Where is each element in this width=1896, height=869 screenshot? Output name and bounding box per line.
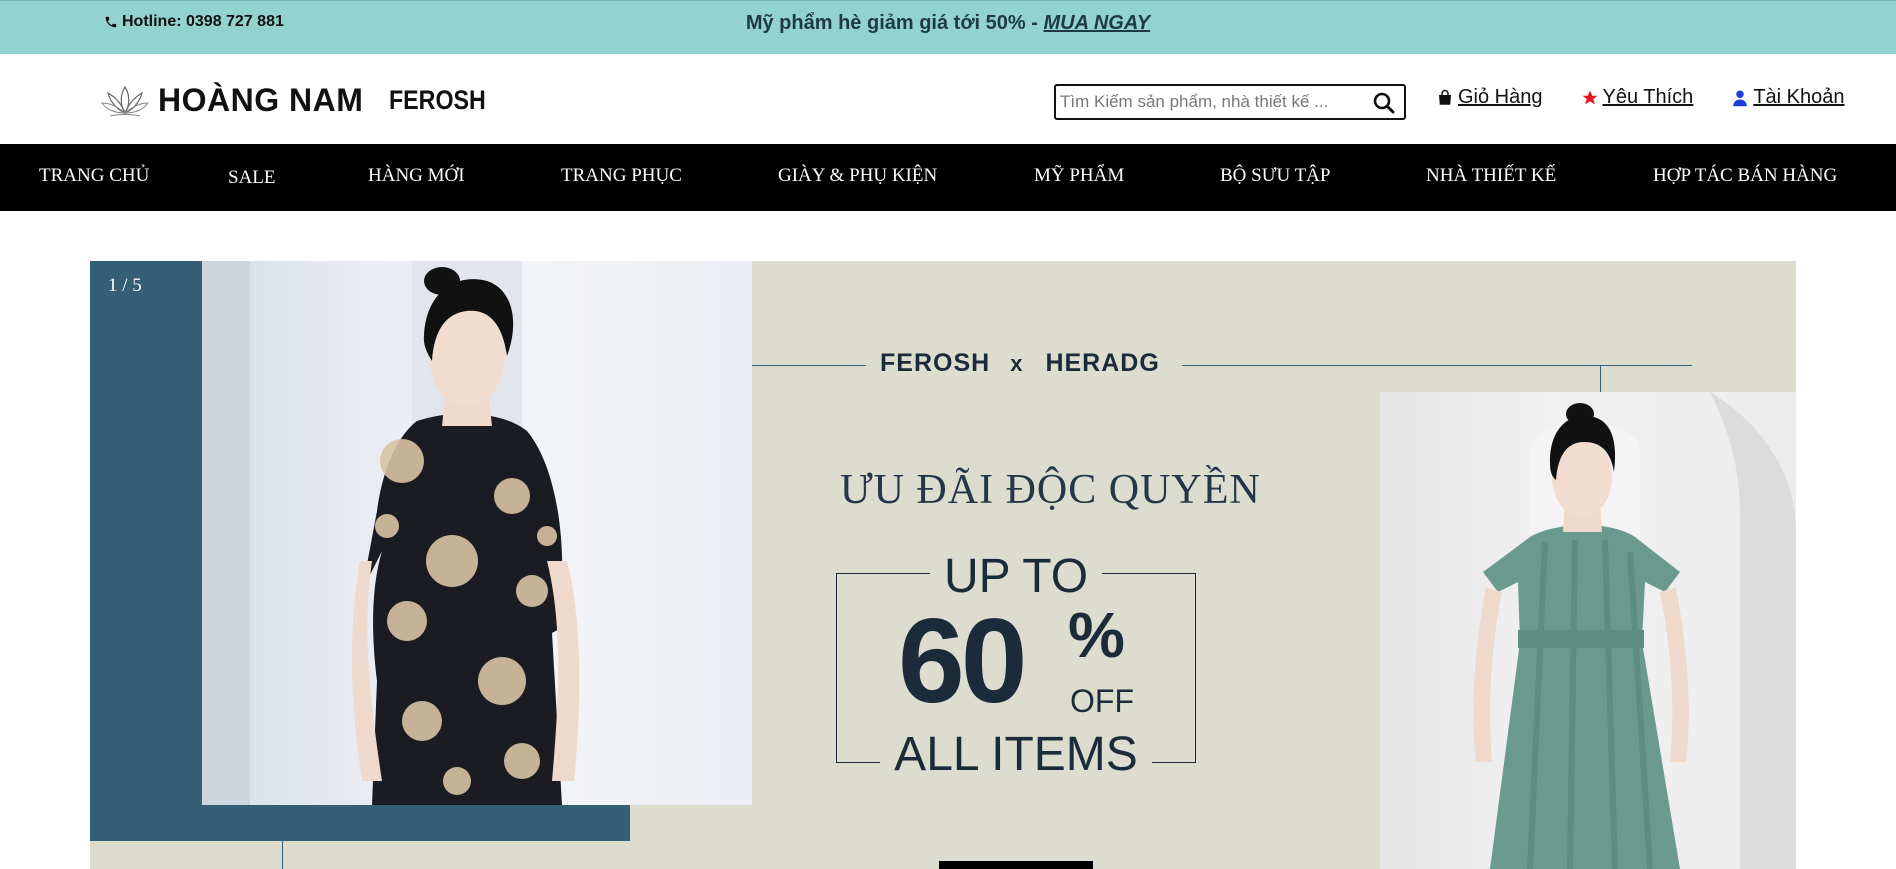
offer-percent-sign: % xyxy=(1068,599,1125,671)
nav-item-shoes-accessories[interactable]: GIÀY & PHỤ KIỆN xyxy=(778,165,937,187)
brand-ferosh: FEROSH xyxy=(880,349,991,377)
banner-accent-block xyxy=(90,261,202,841)
offer-off: OFF xyxy=(1070,683,1134,719)
slide-counter: 1 / 5 xyxy=(108,275,142,296)
lotus-logo-icon xyxy=(101,85,149,116)
banner-model-photo-left xyxy=(202,261,752,805)
search-input[interactable] xyxy=(1056,87,1366,117)
header-links: Giỏ Hàng Yêu Thích Tài Khoản xyxy=(1436,86,1844,109)
search-icon[interactable] xyxy=(1372,91,1396,115)
decor-line xyxy=(1182,365,1692,366)
logo-name: HOÀNG NAM xyxy=(158,82,364,118)
banner-accent-strip xyxy=(90,805,630,841)
site-logo[interactable]: HOÀNG NAM FEROSH xyxy=(100,82,502,119)
star-icon xyxy=(1582,90,1597,104)
banner-headline: ƯU ĐÃI ĐỘC QUYỀN xyxy=(840,467,1261,513)
promo-link[interactable]: MUA NGAY xyxy=(1043,12,1150,34)
slider-indicator[interactable] xyxy=(939,861,1093,869)
wishlist-label: Yêu Thích xyxy=(1602,86,1694,108)
banner-divider xyxy=(282,805,283,869)
nav-item-new-arrivals[interactable]: HÀNG MỚI xyxy=(368,165,465,187)
brand-heradg: HERADG xyxy=(1045,349,1160,377)
nav-item-cosmetics[interactable]: MỸ PHẨM xyxy=(1034,165,1124,187)
offer-percent: 60 xyxy=(898,594,1027,728)
account-link[interactable]: Tài Khoản xyxy=(1731,86,1844,109)
wishlist-link[interactable]: Yêu Thích xyxy=(1581,86,1694,109)
collab-title: FEROSH x HERADG xyxy=(880,349,1160,378)
announcement-bar: Hotline: 0398 727 881 Mỹ phẩm hè giảm gi… xyxy=(0,0,1896,54)
nav-item-clothing[interactable]: TRANG PHỤC xyxy=(561,165,682,187)
main-nav: TRANG CHỦ SALE HÀNG MỚI TRANG PHỤC GIÀY … xyxy=(0,144,1896,211)
decor-line xyxy=(752,365,866,366)
decor-line xyxy=(1600,365,1601,393)
promo-message: Mỹ phẩm hè giảm giá tới 50% - MUA NGAY xyxy=(0,12,1896,35)
nav-item-home[interactable]: TRANG CHỦ xyxy=(39,165,149,187)
hero-banner[interactable]: 1 / 5 FEROSH x HERADG ƯU ĐÃI ĐỘC QUYỀN U… xyxy=(90,261,1796,869)
cart-label: Giỏ Hàng xyxy=(1458,86,1543,108)
shopping-bag-icon xyxy=(1439,89,1451,105)
nav-item-designers[interactable]: NHÀ THIẾT KẾ xyxy=(1426,165,1556,187)
model-left-image xyxy=(202,261,580,805)
nav-item-partnership[interactable]: HỢP TÁC BÁN HÀNG xyxy=(1653,165,1837,187)
promo-text: Mỹ phẩm hè giảm giá tới 50% - xyxy=(745,12,1044,34)
brand-x: x xyxy=(1010,351,1024,376)
account-label: Tài Khoản xyxy=(1753,86,1845,108)
nav-item-collections[interactable]: BỘ SƯU TẬP xyxy=(1220,165,1330,187)
nav-item-sale[interactable]: SALE xyxy=(228,167,276,189)
cart-link[interactable]: Giỏ Hàng xyxy=(1436,86,1543,109)
offer-all-items-text: ALL ITEMS xyxy=(880,728,1152,781)
user-icon xyxy=(1733,90,1748,106)
search-box xyxy=(1054,84,1406,120)
logo-subbrand: FEROSH xyxy=(389,85,487,115)
offer-all-items: ALL ITEMS xyxy=(836,727,1196,782)
model-right-image xyxy=(1473,392,1796,869)
site-header: HOÀNG NAM FEROSH Giỏ Hàng Yêu Thích Tài … xyxy=(0,54,1896,144)
banner-model-photo-right xyxy=(1380,392,1796,869)
